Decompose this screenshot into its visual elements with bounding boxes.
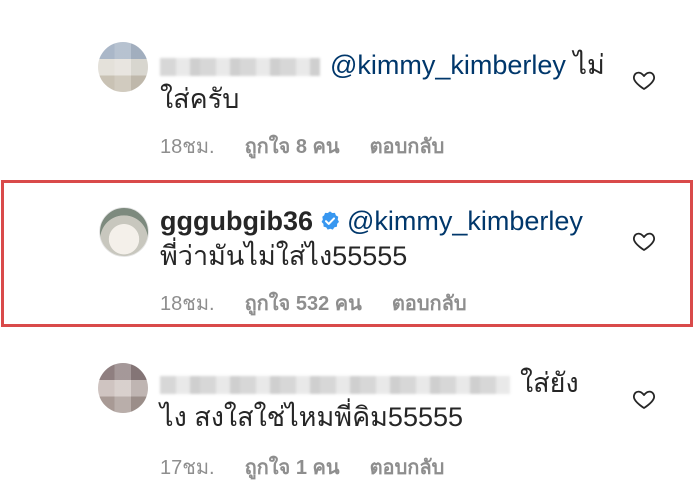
blurred-username[interactable] <box>160 57 320 76</box>
comment-text: ไม่ <box>573 50 605 80</box>
heart-outline-icon[interactable] <box>632 387 656 411</box>
likes-count[interactable]: ถูกใจ 8 คน <box>245 136 340 158</box>
comment-header: ใส่ยัง <box>160 366 579 400</box>
avatar[interactable] <box>98 42 148 92</box>
comment-meta: 18ชม. ถูกใจ 532 คน ตอบกลับ <box>160 287 497 319</box>
heart-outline-icon[interactable] <box>632 68 656 92</box>
comment-text-continued: ไง สงใสใช่ไหมพี่คิม55555 <box>160 402 464 432</box>
reply-button[interactable]: ตอบกลับ <box>370 136 445 158</box>
heart-outline-icon[interactable] <box>632 229 656 253</box>
comment-time: 18ชม. <box>160 293 215 315</box>
avatar[interactable] <box>98 363 148 413</box>
mention-link[interactable]: @kimmy_kimberley <box>330 50 566 80</box>
comment-text: พี่ว่ามันไม่ใส่ไง55555 <box>160 241 408 271</box>
comment-header: @kimmy_kimberley ไม่ <box>160 48 605 82</box>
comment-text-continued: ใส่ครับ <box>160 84 240 114</box>
profile-photo <box>99 207 149 257</box>
blurred-username-and-mention[interactable] <box>160 375 510 394</box>
comment-text: ใส่ยัง <box>520 368 579 398</box>
comment-meta: 17ชม. ถูกใจ 1 คน ตอบกลับ <box>160 451 474 483</box>
verified-badge-icon <box>321 211 339 230</box>
likes-count[interactable]: ถูกใจ 532 คน <box>245 293 362 315</box>
mention-link[interactable]: @kimmy_kimberley <box>347 206 583 236</box>
reply-button[interactable]: ตอบกลับ <box>392 293 467 315</box>
likes-count[interactable]: ถูกใจ 1 คน <box>245 457 340 479</box>
reply-button[interactable]: ตอบกลับ <box>370 457 445 479</box>
blurred-avatar-image <box>98 363 148 413</box>
comment-header: gggubgib36 @kimmy_kimberley <box>160 204 583 238</box>
username-link[interactable]: gggubgib36 <box>160 206 313 236</box>
comment-meta: 18ชม. ถูกใจ 8 คน ตอบกลับ <box>160 130 474 162</box>
avatar[interactable] <box>99 207 149 257</box>
comment-time: 17ชม. <box>160 457 215 479</box>
comment-time: 18ชม. <box>160 136 215 158</box>
blurred-avatar-image <box>98 42 148 92</box>
